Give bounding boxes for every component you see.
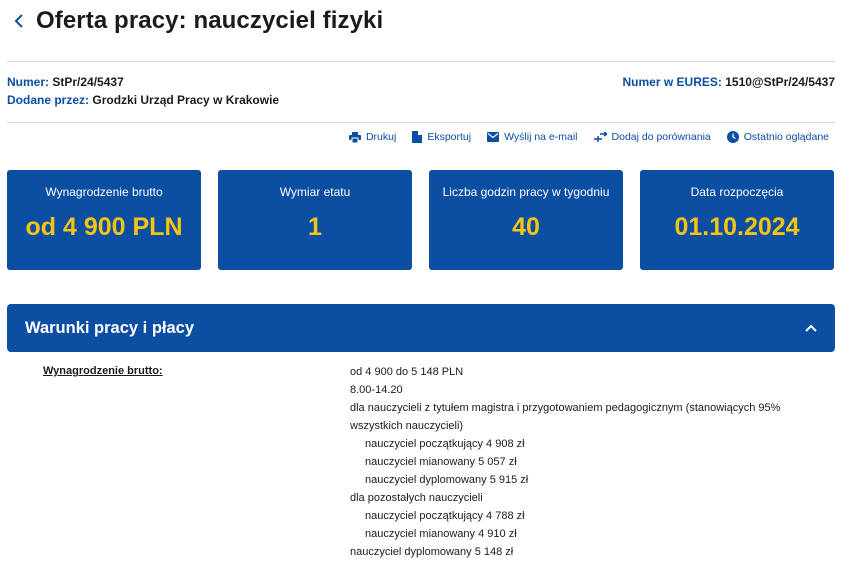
card-employment-size: Wymiar etatu 1 (218, 170, 412, 270)
action-bar: Drukuj Eksportuj Wyślij na e-mail Dodaj … (333, 129, 829, 145)
detail-line: dla nauczycieli z tytułem magistra i prz… (350, 402, 781, 432)
email-button[interactable]: Wyślij na e-mail (487, 131, 578, 143)
detail-line: nauczyciel dyplomowany 5 915 zł (365, 474, 529, 486)
clock-icon (726, 131, 739, 143)
detail-label-salary: Wynagrodzenie brutto: (43, 365, 163, 377)
offer-number: Numer: StPr/24/5437 (7, 75, 124, 89)
section-title: Warunki pracy i płacy (25, 318, 195, 337)
detail-line: nauczyciel mianowany 4 910 zł (365, 528, 517, 540)
detail-line: nauczyciel początkujący 4 788 zł (365, 510, 525, 522)
divider (7, 122, 835, 123)
printer-icon (348, 131, 361, 143)
page-header: Oferta pracy: nauczyciel fizyki (10, 4, 383, 38)
detail-line: nauczyciel mianowany 5 057 zł (365, 456, 517, 468)
card-start-date: Data rozpoczęcia 01.10.2024 (640, 170, 834, 270)
detail-line: 8.00-14.20 (350, 384, 403, 396)
page-title: Oferta pracy: nauczyciel fizyki (36, 7, 384, 34)
offer-added-by: Dodane przez: Grodzki Urząd Pracy w Krak… (7, 93, 280, 107)
detail-line: dla pozostałych nauczycieli (350, 492, 483, 504)
card-value: od 4 900 PLN (25, 213, 183, 241)
detail-line: nauczyciel dyplomowany 5 148 zł (350, 546, 514, 558)
compare-button[interactable]: Dodaj do porównania (593, 131, 711, 143)
detail-line: nauczyciel początkujący 4 908 zł (365, 438, 525, 450)
card-weekly-hours: Liczba godzin pracy w tygodniu 40 (429, 170, 623, 270)
offer-meta: Numer: StPr/24/5437 Dodane przez: Grodzk… (7, 73, 279, 109)
envelope-icon (487, 132, 500, 142)
card-label: Liczba godzin pracy w tygodniu (442, 185, 610, 199)
chevron-up-icon[interactable] (801, 318, 821, 338)
card-label: Wynagrodzenie brutto (45, 185, 163, 199)
detail-line: od 4 900 do 5 148 PLN (350, 366, 464, 378)
card-value: 1 (308, 213, 322, 241)
print-button[interactable]: Drukuj (348, 131, 396, 143)
card-value: 40 (512, 213, 540, 241)
compare-icon (593, 131, 607, 142)
eures-number: Numer w EURES: 1510@StPr/24/5437 (622, 75, 835, 89)
card-label: Wymiar etatu (279, 185, 351, 199)
recently-viewed-button[interactable]: Ostatnio oglądane (726, 131, 829, 143)
document-icon (412, 131, 423, 143)
divider (7, 61, 835, 62)
card-salary: Wynagrodzenie brutto od 4 900 PLN (7, 170, 201, 270)
section-header-conditions[interactable]: Warunki pracy i płacy (7, 304, 835, 352)
card-value: 01.10.2024 (674, 213, 800, 241)
summary-cards: Wynagrodzenie brutto od 4 900 PLN Wymiar… (7, 170, 834, 270)
export-button[interactable]: Eksportuj (412, 131, 471, 143)
back-chevron-icon[interactable] (10, 9, 28, 33)
card-label: Data rozpoczęcia (690, 185, 784, 199)
detail-values-salary: od 4 900 do 5 148 PLN 8.00-14.20 dla nau… (350, 363, 790, 561)
